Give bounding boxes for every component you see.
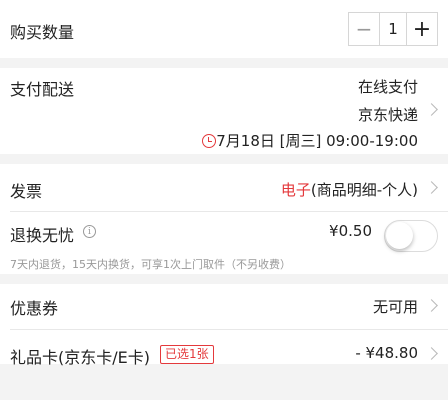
coupon-status: 无可用 [372,298,418,316]
coupon-row[interactable]: 优惠券 无可用 [0,284,448,330]
gift-card-label: 礼品卡(京东卡/E卡) [10,348,150,367]
quantity-label: 购买数量 [10,23,75,42]
payment-delivery-label: 支付配送 [10,80,75,99]
chevron-right-icon [425,181,438,194]
invoice-row[interactable]: 发票 电子(商品明细-个人) [0,164,448,212]
minus-button[interactable]: − [349,13,379,45]
return-row: 退换无忧 i ¥0.50 7天内退货，15天内换货，可享1次上门取件（不另收费） [0,212,448,274]
discount-section: 优惠券 无可用 礼品卡(京东卡/E卡) 已选1张 - ¥48.80 [0,284,448,367]
return-description: 7天内退货，15天内换货，可享1次上门取件（不另收费） [10,258,291,271]
clock-icon [202,134,216,148]
quantity-value[interactable]: 1 [379,13,407,45]
return-label: 退换无忧 [10,226,75,245]
gift-card-amount: - ¥48.80 [355,344,418,362]
coupon-label: 优惠券 [10,299,59,318]
minus-icon: − [355,17,373,41]
toggle-knob [386,222,413,249]
courier: 京东快递 [357,106,418,124]
invoice-info: 电子(商品明细-个人) [281,179,418,200]
payment-method: 在线支付 [357,78,418,96]
payment-delivery-section[interactable]: 支付配送 在线支付 京东快递 7月18日 [周三] 09:00-19:00 [0,68,448,154]
invoice-label: 发票 [10,182,43,201]
plus-icon: + [412,16,432,42]
quantity-stepper[interactable]: − 1 + [348,12,438,46]
gift-card-row[interactable]: 礼品卡(京东卡/E卡) 已选1张 - ¥48.80 [0,330,448,367]
info-icon[interactable]: i [83,225,96,238]
delivery-time: 7月18日 [周三] 09:00-19:00 [216,132,418,150]
return-price: ¥0.50 [329,222,372,240]
return-toggle[interactable] [384,220,438,252]
section-gap [0,154,448,164]
plus-button[interactable]: + [407,13,437,45]
chevron-right-icon [425,347,438,360]
invoice-return-section: 发票 电子(商品明细-个人) 退换无忧 i ¥0.50 7天内退货，15天内换货… [0,164,448,274]
invoice-type: 电子 [280,181,311,199]
section-gap [0,58,448,68]
chevron-right-icon [425,299,438,312]
chevron-right-icon [425,103,438,116]
gift-card-badge: 已选1张 [160,345,214,364]
quantity-section: 购买数量 − 1 + [0,0,448,58]
invoice-detail: (商品明细-个人) [310,181,418,199]
section-gap [0,274,448,284]
